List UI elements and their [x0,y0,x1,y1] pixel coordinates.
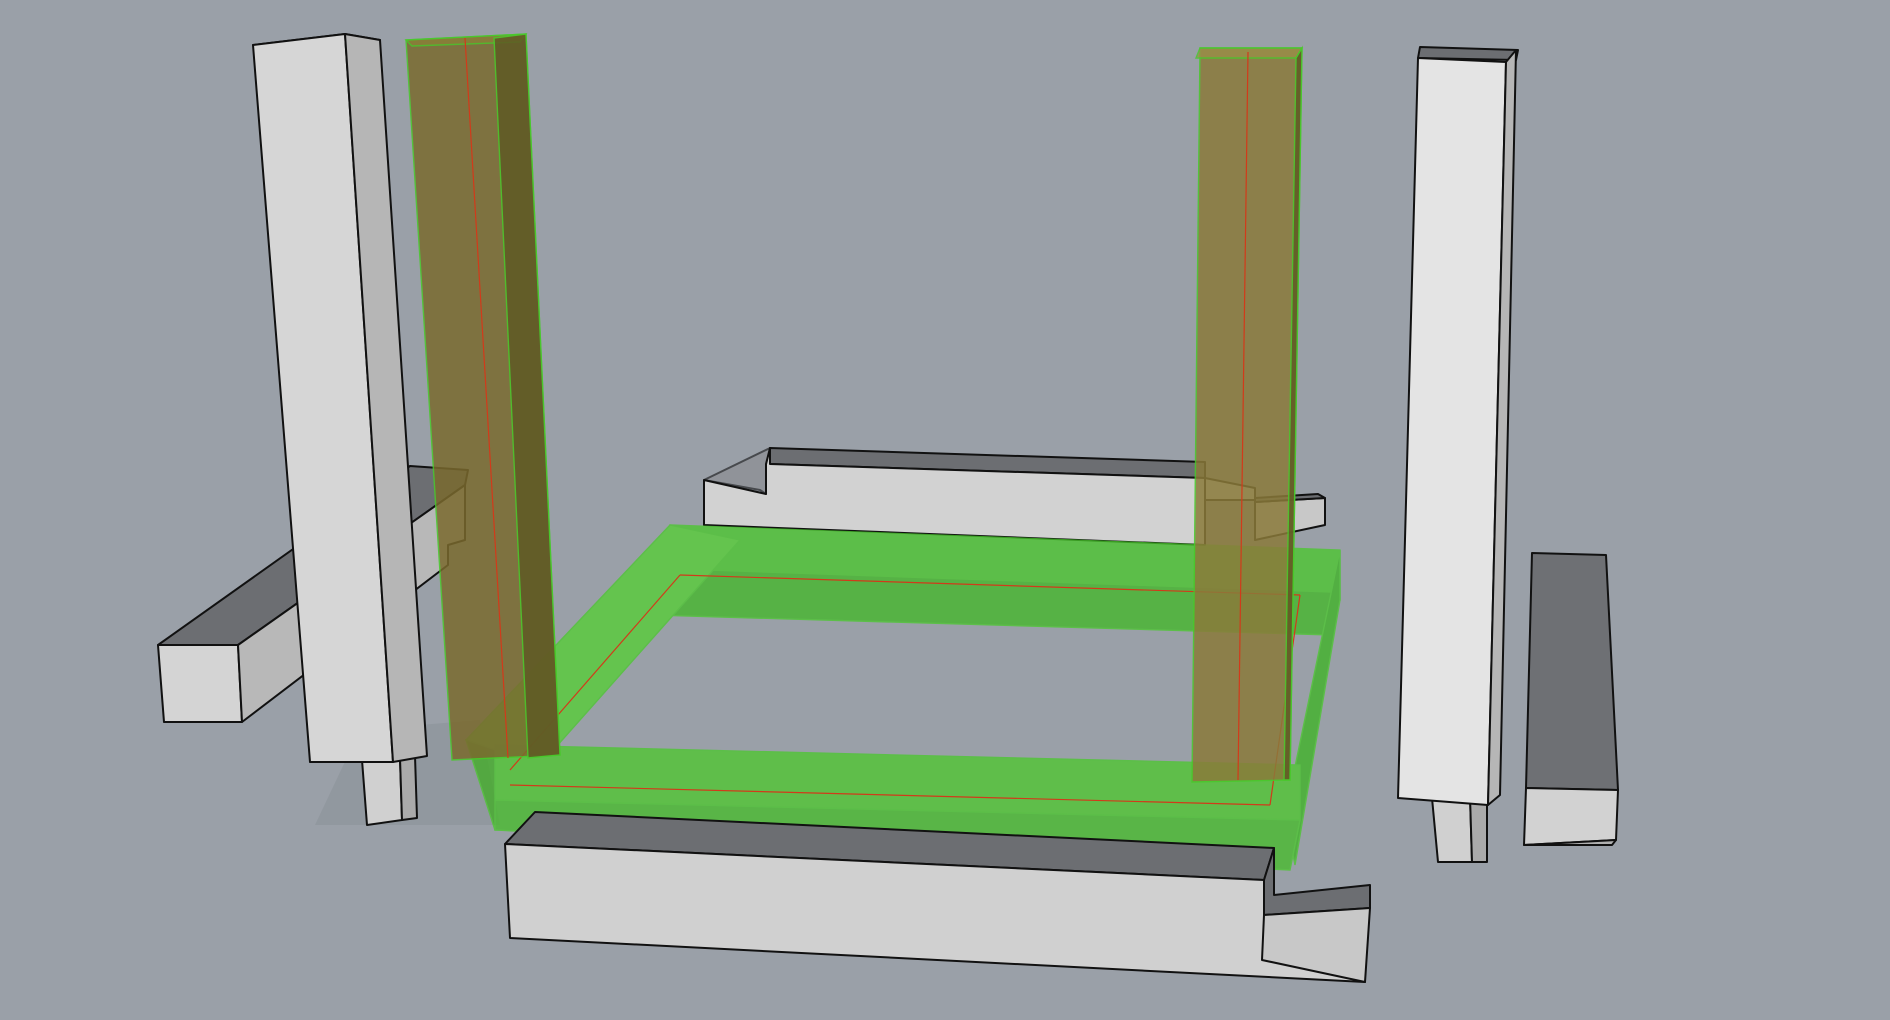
3d-viewport[interactable] [0,0,1890,1020]
selected-left-post[interactable] [404,33,561,761]
viewport-canvas[interactable] [0,0,1890,1020]
left-grey-post[interactable] [252,33,428,826]
right-slanted-block[interactable] [1523,552,1619,846]
right-grey-post[interactable] [1397,46,1519,863]
selected-right-post[interactable] [1191,45,1304,783]
